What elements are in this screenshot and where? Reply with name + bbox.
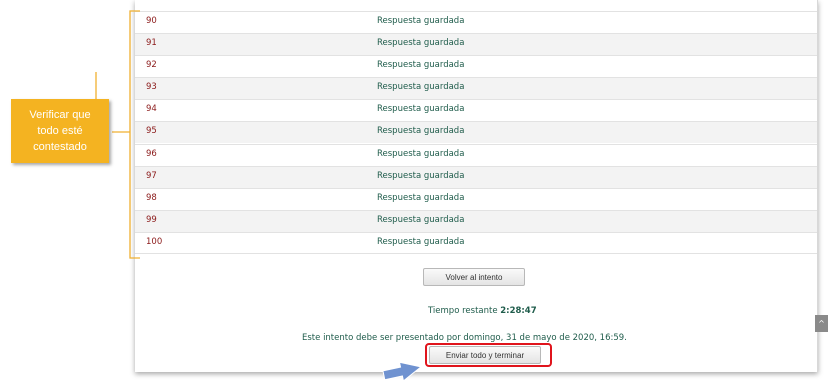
timer-value: 2:28:47: [500, 306, 537, 316]
callout-line: contestado: [33, 141, 87, 153]
table-row: 94 Respuesta guardada: [135, 99, 817, 121]
callout-line: Verificar que: [29, 109, 91, 121]
question-status: Respuesta guardada: [377, 126, 465, 136]
attempt-summary-panel: 90 Respuesta guardada 91 Respuesta guard…: [135, 0, 818, 372]
arrow-icon: [382, 362, 423, 382]
table-row: 98 Respuesta guardada: [135, 188, 817, 210]
question-status: Respuesta guardada: [377, 149, 465, 159]
question-status: Respuesta guardada: [377, 60, 465, 70]
timer-label: Tiempo restante: [428, 306, 498, 316]
table-row: 92 Respuesta guardada: [135, 55, 817, 77]
submit-highlight: [425, 343, 552, 367]
table-row: 93 Respuesta guardada: [135, 77, 817, 99]
question-status: Respuesta guardada: [377, 16, 465, 26]
question-status: Respuesta guardada: [377, 82, 465, 92]
question-status: Respuesta guardada: [377, 104, 465, 114]
callout-line: todo esté: [37, 125, 83, 137]
return-to-attempt-button[interactable]: Volver al intento: [423, 268, 525, 286]
table-row: 90 Respuesta guardada: [135, 11, 817, 33]
deadline-notice: Este intento debe ser presentado por dom…: [302, 333, 627, 343]
table-row: 91 Respuesta guardada: [135, 33, 817, 55]
question-status: Respuesta guardada: [377, 193, 465, 203]
question-status: Respuesta guardada: [377, 237, 465, 247]
table-row: 96 Respuesta guardada: [135, 144, 817, 166]
question-status: Respuesta guardada: [377, 215, 465, 225]
chevron-up-icon[interactable]: ^: [815, 315, 828, 332]
question-status: Respuesta guardada: [377, 171, 465, 181]
time-remaining: Tiempo restante 2:28:47: [428, 306, 537, 316]
table-row: 99 Respuesta guardada: [135, 210, 817, 232]
table-row: 97 Respuesta guardada: [135, 166, 817, 188]
table-row: 100 Respuesta guardada: [135, 232, 817, 254]
table-row: 95 Respuesta guardada: [135, 121, 817, 143]
question-status: Respuesta guardada: [377, 38, 465, 48]
callout-box: Verificar que todo esté contestado: [11, 99, 109, 163]
